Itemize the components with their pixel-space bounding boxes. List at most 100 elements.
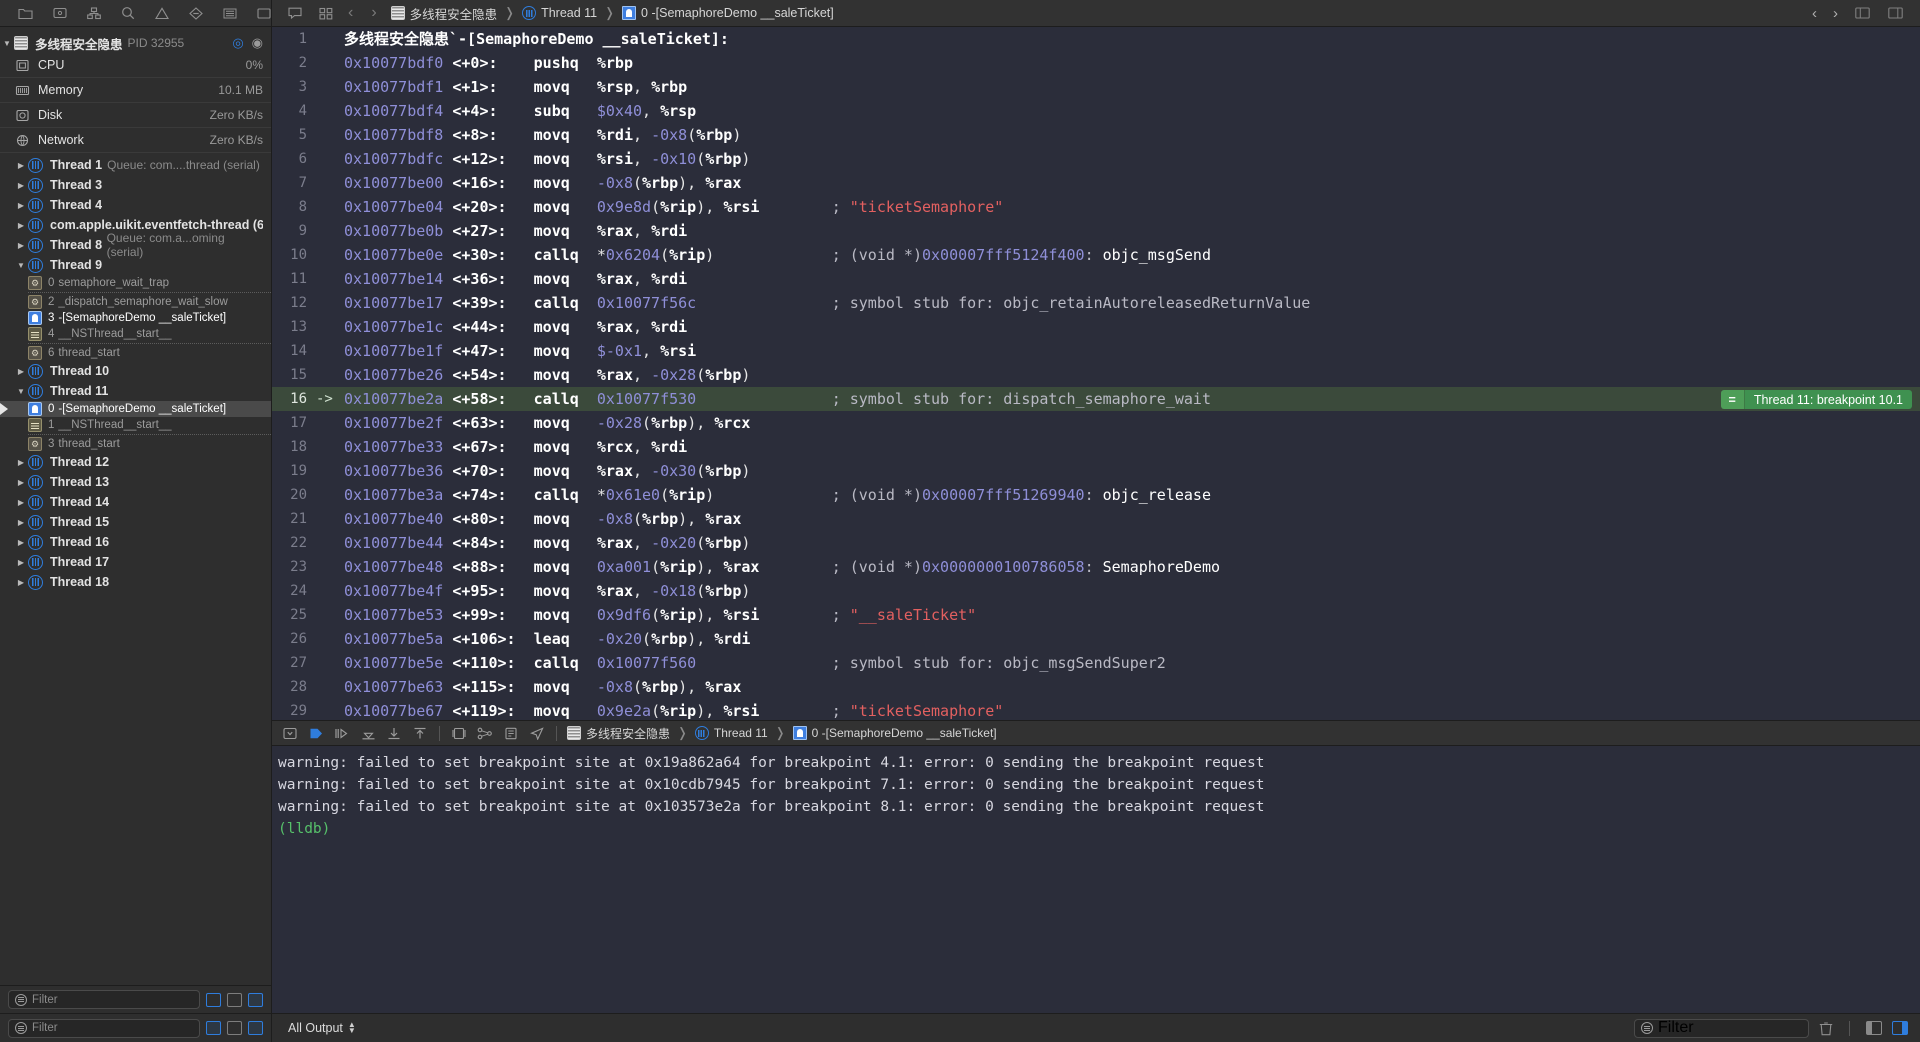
nav-back-icon[interactable]: ‹ bbox=[348, 4, 353, 22]
assembly-line[interactable]: 17 0x10077be2f <+63>: movq -0x28(%rbp), %… bbox=[272, 411, 1920, 435]
warning-icon[interactable] bbox=[155, 6, 169, 21]
thread-row[interactable]: Thread 11 bbox=[0, 381, 271, 401]
disclosure-triangle[interactable] bbox=[14, 498, 28, 507]
assembly-line[interactable]: 12 0x10077be17 <+39>: callq 0x10077f56c ;… bbox=[272, 291, 1920, 315]
inspector-toggle-icon[interactable] bbox=[1887, 6, 1904, 21]
process-row[interactable]: 多线程安全隐患 PID 32955 ◎ ◉ bbox=[0, 31, 271, 55]
assembly-line[interactable]: 18 0x10077be33 <+67>: movq %rcx, %rdi bbox=[272, 435, 1920, 459]
breakpoint-status-badge[interactable]: = Thread 11: breakpoint 10.1 bbox=[1720, 390, 1912, 409]
assembly-line[interactable]: 27 0x10077be5e <+110>: callq 0x10077f560 … bbox=[272, 651, 1920, 675]
assembly-editor[interactable]: 1 多线程安全隐患`-[SemaphoreDemo __saleTicket]: 2… bbox=[272, 27, 1920, 720]
assembly-line[interactable]: 21 0x10077be40 <+80>: movq -0x8(%rbp), %r… bbox=[272, 507, 1920, 531]
gauge-row-disk[interactable]: Disk Zero KB/s bbox=[0, 105, 271, 125]
editor-nav-forward-icon[interactable]: › bbox=[1833, 5, 1838, 22]
breadcrumb-thread[interactable]: Thread 11 bbox=[522, 6, 597, 20]
pause-icon[interactable]: ◎ bbox=[232, 35, 243, 51]
folder-icon[interactable] bbox=[18, 6, 33, 21]
disclosure-triangle[interactable] bbox=[14, 538, 28, 547]
hide-debug-area-icon[interactable] bbox=[277, 721, 303, 745]
console-output[interactable]: warning: failed to set breakpoint site a… bbox=[272, 746, 1920, 1013]
search-icon[interactable] bbox=[121, 6, 135, 21]
assembly-line[interactable]: 26 0x10077be5a <+106>: leaq -0x20(%rbp), … bbox=[272, 627, 1920, 651]
stack-frame-row[interactable]: 3 -[SemaphoreDemo __saleTicket] bbox=[0, 310, 271, 326]
debug-breadcrumb-project[interactable]: 多线程安全隐患 bbox=[567, 725, 670, 742]
disclosure-triangle[interactable] bbox=[14, 558, 28, 567]
assembly-line[interactable]: 20 0x10077be3a <+74>: callq *0x61e0(%rip)… bbox=[272, 483, 1920, 507]
disclosure-triangle[interactable] bbox=[14, 518, 28, 527]
stack-frame-row[interactable]: ⚙ 0 semaphore_wait_trap bbox=[0, 275, 271, 291]
stack-frame-row[interactable]: ⚙ 3 thread_start bbox=[0, 436, 271, 452]
assembly-line[interactable]: 24 0x10077be4f <+95>: movq %rax, -0x18(%r… bbox=[272, 579, 1920, 603]
disclosure-triangle[interactable] bbox=[14, 261, 28, 270]
continue-program-icon[interactable] bbox=[303, 721, 329, 745]
stack-frame-row[interactable]: 1 __NSThread__start__ bbox=[0, 417, 271, 433]
navigator-filter-input[interactable]: Filter bbox=[8, 990, 200, 1009]
output-scope-label[interactable]: All Output ▲ ▼ bbox=[288, 1021, 356, 1036]
assembly-line[interactable]: 23 0x10077be48 <+88>: movq 0xa001(%rip), … bbox=[272, 555, 1920, 579]
variables-pane-icon[interactable] bbox=[1866, 1021, 1882, 1035]
disclosure-triangle[interactable] bbox=[14, 367, 28, 376]
assembly-line[interactable]: 28 0x10077be63 <+115>: movq -0x8(%rbp), %… bbox=[272, 675, 1920, 699]
thread-row[interactable]: Thread 4 bbox=[0, 195, 271, 215]
assembly-line[interactable]: 5 0x10077bdf8 <+8>: movq %rdi, -0x8(%rbp) bbox=[272, 123, 1920, 147]
assembly-line[interactable]: 25 0x10077be53 <+99>: movq 0x9df6(%rip), … bbox=[272, 603, 1920, 627]
filter-queues-icon[interactable] bbox=[248, 992, 263, 1007]
variables-filter-input[interactable]: Filter bbox=[8, 1018, 200, 1038]
assembly-line[interactable]: 9 0x10077be0b <+27>: movq %rax, %rdi bbox=[272, 219, 1920, 243]
thread-row[interactable]: Thread 8Queue: com.a...oming (serial) bbox=[0, 231, 271, 259]
source-control-icon[interactable] bbox=[53, 6, 67, 21]
disclosure-triangle[interactable] bbox=[14, 241, 28, 250]
disclosure-triangle[interactable] bbox=[14, 181, 28, 190]
disclosure-triangle[interactable] bbox=[14, 201, 28, 210]
disclosure-triangle[interactable] bbox=[0, 39, 14, 48]
thread-row[interactable]: Thread 3 bbox=[0, 175, 271, 195]
editor-layout-icon[interactable] bbox=[1854, 6, 1871, 21]
disclosure-triangle[interactable] bbox=[14, 478, 28, 487]
environment-overrides-icon[interactable] bbox=[498, 721, 524, 745]
simulate-location-icon[interactable] bbox=[524, 721, 550, 745]
thread-row[interactable]: Thread 1 Queue: com....thread (serial) bbox=[0, 155, 271, 175]
disclosure-triangle[interactable] bbox=[14, 458, 28, 467]
assembly-line[interactable]: 3 0x10077bdf1 <+1>: movq %rsp, %rbp bbox=[272, 75, 1920, 99]
stack-frame-row[interactable]: 4 __NSThread__start__ bbox=[0, 326, 271, 342]
hierarchy-icon[interactable] bbox=[87, 6, 101, 21]
gauge-settings-icon[interactable]: ◉ bbox=[252, 35, 263, 51]
grid-view-icon[interactable] bbox=[317, 6, 334, 21]
thread-row[interactable]: Thread 16 bbox=[0, 532, 271, 552]
nav-forward-icon[interactable]: › bbox=[371, 4, 376, 22]
assembly-line[interactable]: 4 0x10077bdf4 <+4>: subq $0x40, %rsp bbox=[272, 99, 1920, 123]
thread-row[interactable]: Thread 14 bbox=[0, 492, 271, 512]
assembly-line[interactable]: 2 0x10077bdf0 <+0>: pushq %rbp bbox=[272, 51, 1920, 75]
disclosure-triangle[interactable] bbox=[14, 161, 28, 170]
console-filter-input[interactable]: Filter bbox=[1634, 1018, 1809, 1038]
filter-stack-frames-icon[interactable] bbox=[227, 992, 242, 1007]
assembly-line[interactable]: 1 多线程安全隐患`-[SemaphoreDemo __saleTicket]: bbox=[272, 27, 1920, 51]
memory-graph-icon[interactable] bbox=[472, 721, 498, 745]
scope-all-icon[interactable] bbox=[248, 1021, 263, 1035]
assembly-line[interactable]: 10 0x10077be0e <+30>: callq *0x6204(%rip)… bbox=[272, 243, 1920, 267]
thread-row[interactable]: Thread 18 bbox=[0, 572, 271, 592]
thread-row[interactable]: Thread 13 bbox=[0, 472, 271, 492]
stack-frame-row[interactable]: 0 -[SemaphoreDemo __saleTicket] bbox=[0, 401, 271, 417]
assembly-line[interactable]: 11 0x10077be14 <+36>: movq %rax, %rdi bbox=[272, 267, 1920, 291]
trash-icon[interactable] bbox=[1819, 1021, 1833, 1036]
output-scope-control[interactable]: All Output ▲ ▼ bbox=[272, 1021, 1634, 1036]
debug-breadcrumb-frame[interactable]: 0 -[SemaphoreDemo __saleTicket] bbox=[792, 726, 997, 740]
thread-row[interactable]: Thread 9 bbox=[0, 255, 271, 275]
assembly-line[interactable]: 16 -> 0x10077be2a <+58>: callq 0x10077f530… bbox=[272, 387, 1920, 411]
view-debug-hierarchy-icon[interactable] bbox=[446, 721, 472, 745]
debug-navigator-list[interactable]: 多线程安全隐患 PID 32955 ◎ ◉ CPU 0% Memory 10.1 MB Disk… bbox=[0, 27, 271, 985]
gauge-row-memory[interactable]: Memory 10.1 MB bbox=[0, 80, 271, 100]
assembly-line[interactable]: 22 0x10077be44 <+84>: movq %rax, -0x20(%r… bbox=[272, 531, 1920, 555]
step-into-icon[interactable] bbox=[355, 721, 381, 745]
gauge-row-cpu[interactable]: CPU 0% bbox=[0, 55, 271, 75]
step-down-icon[interactable] bbox=[381, 721, 407, 745]
thread-row[interactable]: Thread 10 bbox=[0, 361, 271, 381]
breadcrumb-project[interactable]: 多线程安全隐患 bbox=[390, 4, 497, 23]
report-navigator-icon[interactable] bbox=[223, 6, 237, 21]
disclosure-triangle[interactable] bbox=[14, 578, 28, 587]
thread-row[interactable]: Thread 15 bbox=[0, 512, 271, 532]
assembly-line[interactable]: 29 0x10077be67 <+119>: movq 0x9e2a(%rip),… bbox=[272, 699, 1920, 720]
editor-nav-back-icon[interactable]: ‹ bbox=[1812, 5, 1817, 22]
filter-by-thread-icon[interactable] bbox=[206, 992, 221, 1007]
